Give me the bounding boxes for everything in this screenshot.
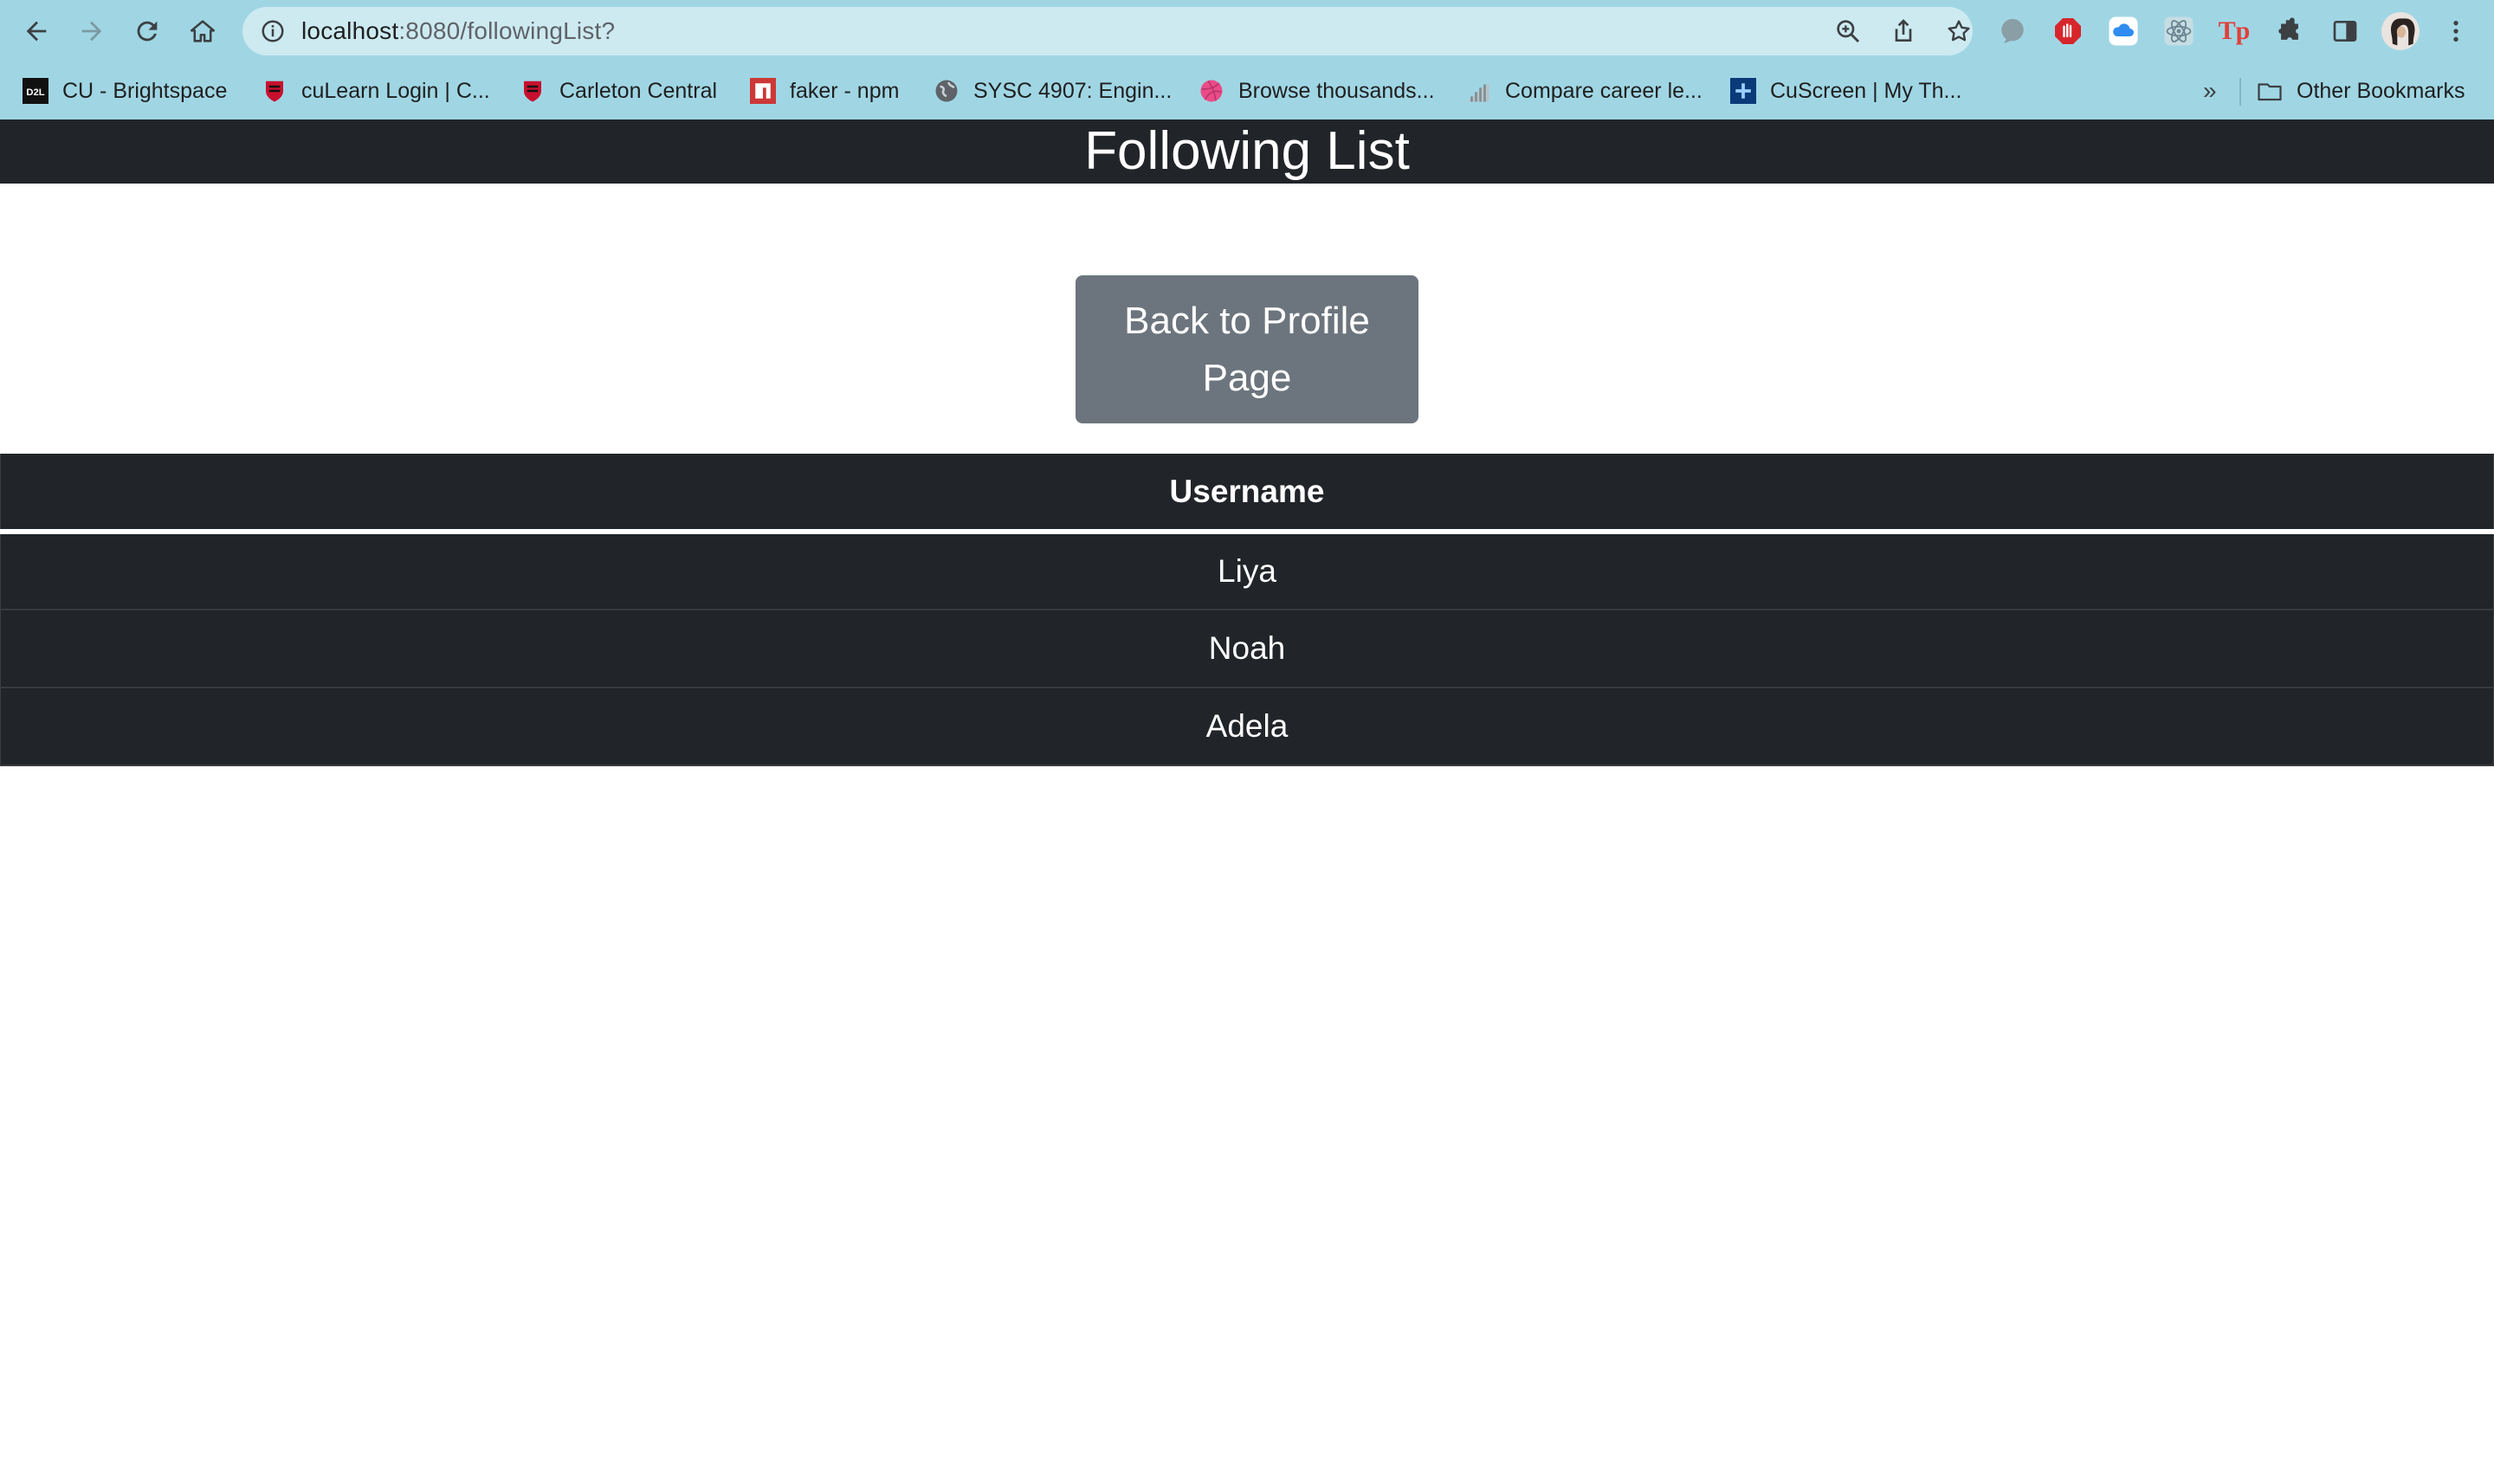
zoom-icon[interactable]	[1834, 17, 1862, 45]
bookmark-item[interactable]: Carleton Central	[520, 74, 717, 108]
site-info-icon[interactable]	[260, 18, 286, 44]
reload-icon[interactable]	[126, 10, 168, 52]
dribbble-icon	[1199, 78, 1224, 104]
browser-menu-icon[interactable]	[2440, 16, 2471, 47]
table-row: Liya	[0, 532, 2494, 610]
svg-text:D2L: D2L	[26, 87, 44, 98]
carleton-icon	[262, 78, 288, 104]
extensions-puzzle-icon[interactable]	[2274, 16, 2305, 47]
levels-icon	[1465, 78, 1491, 104]
following-table: Username Liya Noah Adela	[0, 454, 2494, 766]
browser-chrome: localhost:8080/followingList? Tp D2L CU …	[0, 0, 2494, 119]
npm-icon	[750, 78, 776, 104]
tp-extension-icon[interactable]: Tp	[2219, 16, 2251, 47]
bookmark-label: SYSC 4907: Engin...	[973, 78, 1173, 103]
react-devtools-icon[interactable]	[2163, 16, 2194, 47]
bookmark-item[interactable]: CuScreen | My Th...	[1730, 74, 1961, 108]
bookmark-item[interactable]: SYSC 4907: Engin...	[934, 74, 1172, 108]
table-row: Noah	[0, 610, 2494, 688]
back-arrow-icon[interactable]	[16, 10, 57, 52]
folder-icon	[2257, 78, 2283, 104]
username-cell: Liya	[0, 532, 2494, 610]
globe-icon	[934, 78, 959, 104]
bookmarks-bar: D2L CU - Brightspace cuLearn Login | C..…	[0, 62, 2494, 119]
bookmark-label: Browse thousands...	[1238, 78, 1435, 103]
bookmark-label: cuLearn Login | C...	[301, 78, 490, 103]
page-header: Following List	[0, 119, 2494, 184]
home-icon[interactable]	[182, 10, 223, 52]
bookmark-star-icon[interactable]	[1945, 17, 1973, 45]
bookmarks-overflow-chevron[interactable]: »	[2203, 74, 2217, 108]
bookmark-label: CuScreen | My Th...	[1770, 78, 1962, 103]
back-button-container: Back to Profile Page	[1076, 275, 1418, 423]
extension-bubble-icon[interactable]	[1997, 16, 2028, 47]
page-title: Following List	[1084, 121, 1410, 181]
bookmark-item[interactable]: D2L CU - Brightspace	[23, 74, 227, 108]
address-bar[interactable]: localhost:8080/followingList?	[242, 7, 1973, 55]
bookmark-item[interactable]: Compare career le...	[1465, 74, 1703, 108]
table-header-row: Username	[0, 454, 2494, 534]
bookmark-label: Carleton Central	[559, 78, 718, 103]
side-panel-icon[interactable]	[2329, 16, 2361, 47]
url-host: localhost	[301, 17, 399, 44]
forward-arrow-icon[interactable]	[71, 10, 113, 52]
table-row: Adela	[0, 687, 2494, 766]
profile-avatar[interactable]	[2381, 12, 2420, 50]
bookmark-label: CU - Brightspace	[62, 78, 228, 103]
bookmark-item[interactable]: Browse thousands...	[1199, 74, 1435, 108]
adblock-icon[interactable]	[2052, 16, 2084, 47]
username-cell: Noah	[0, 610, 2494, 688]
other-bookmarks-label: Other Bookmarks	[2297, 78, 2465, 103]
bookmark-label: Compare career le...	[1505, 78, 1703, 103]
url-text[interactable]: localhost:8080/followingList?	[301, 7, 615, 55]
bookmarks-divider	[2239, 78, 2241, 106]
share-icon[interactable]	[1890, 17, 1917, 45]
bookmark-label: faker - npm	[790, 78, 900, 103]
icloud-icon[interactable]	[2108, 16, 2139, 47]
back-to-profile-button[interactable]: Back to Profile Page	[1076, 275, 1418, 423]
cuscreen-icon	[1730, 78, 1756, 104]
other-bookmarks-folder[interactable]: Other Bookmarks	[2257, 74, 2465, 108]
username-column-header: Username	[0, 454, 2494, 534]
url-path: :8080/followingList?	[398, 17, 616, 44]
browser-toolbar: localhost:8080/followingList? Tp	[0, 0, 2494, 62]
bookmark-item[interactable]: faker - npm	[750, 74, 899, 108]
d2l-icon: D2L	[23, 78, 48, 104]
username-cell: Adela	[0, 687, 2494, 766]
carleton-icon	[520, 78, 546, 104]
bookmark-item[interactable]: cuLearn Login | C...	[262, 74, 490, 108]
